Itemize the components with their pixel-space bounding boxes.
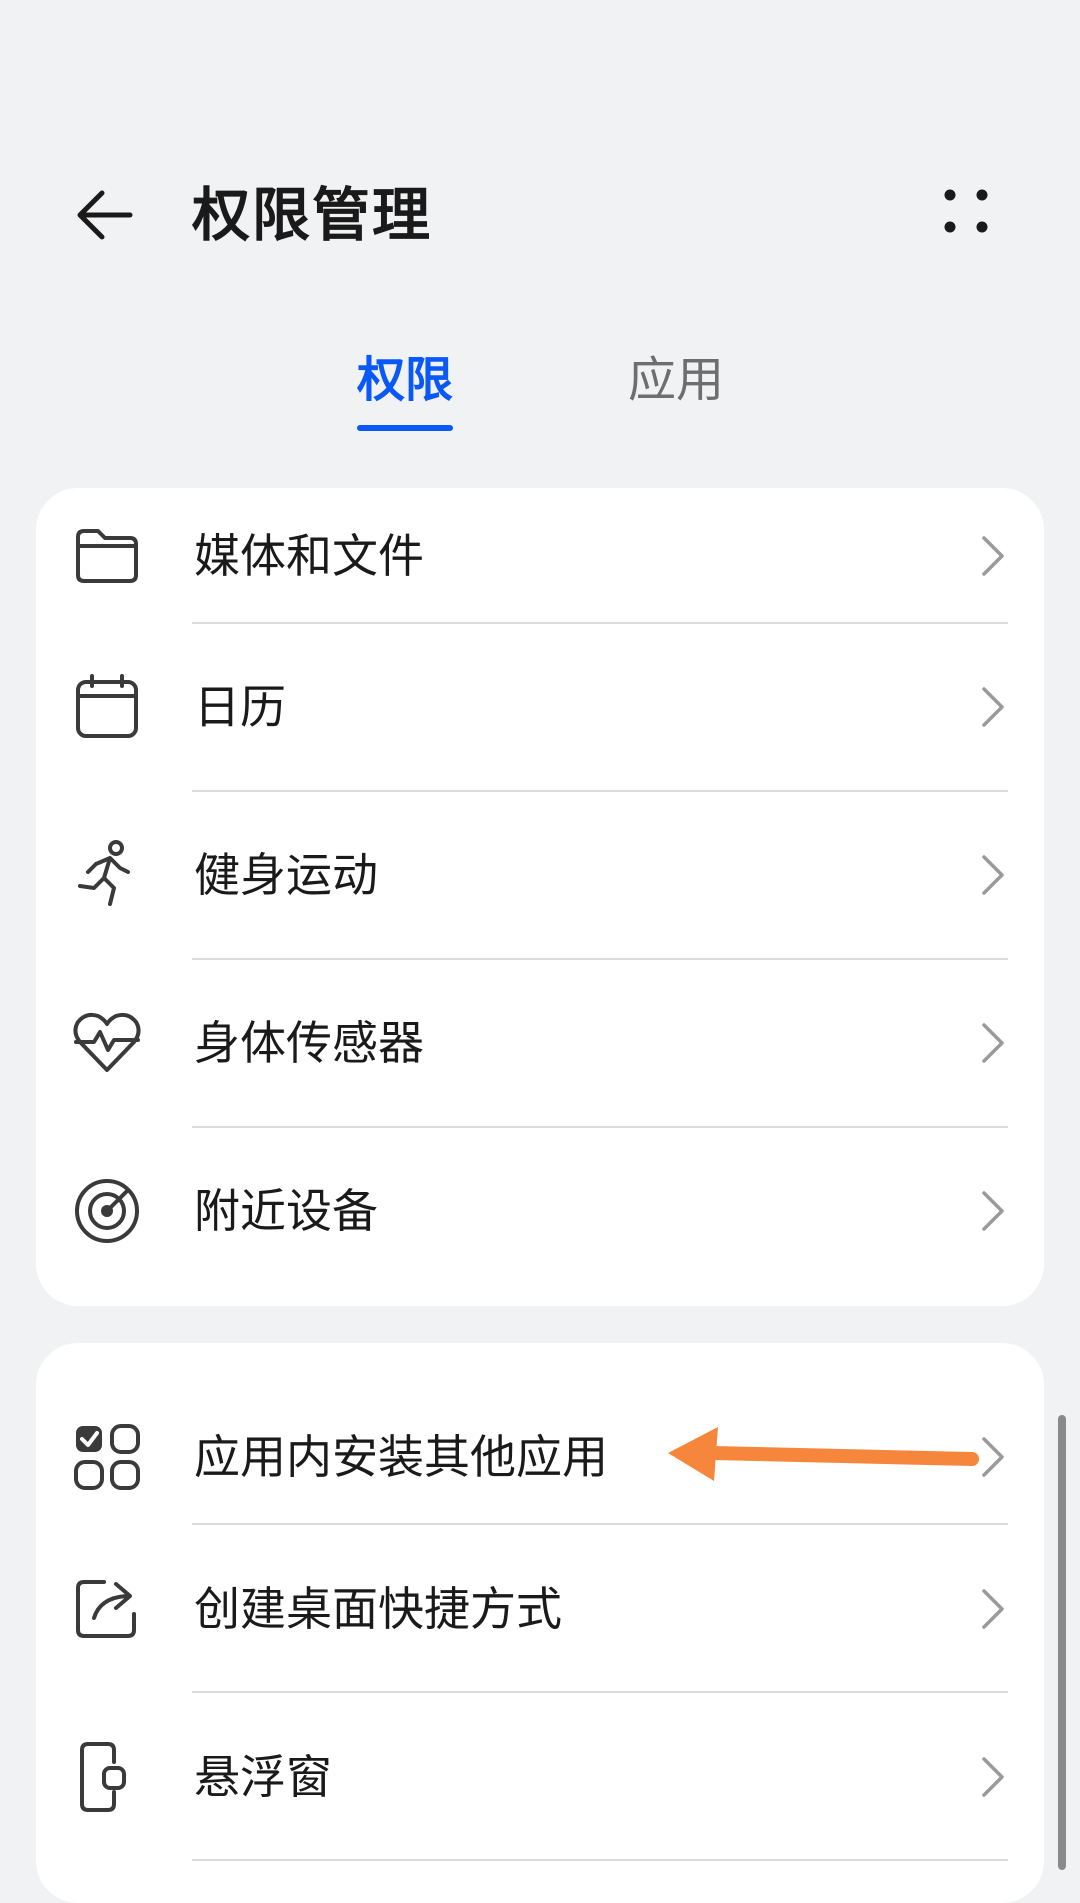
chevron-right-icon <box>982 1437 1004 1477</box>
share-forward-icon <box>70 1572 144 1646</box>
permission-item-label: 健身运动 <box>194 848 378 902</box>
permission-item-label: 悬浮窗 <box>194 1750 332 1804</box>
permission-item-label: 附近设备 <box>194 1184 378 1238</box>
calendar-icon <box>70 670 144 744</box>
more-options-button[interactable] <box>930 180 1000 250</box>
permission-item-calendar[interactable]: 日历 <box>36 623 1044 791</box>
permission-item-label: 日历 <box>194 680 286 734</box>
permission-item-body-sensors[interactable]: 身体传感器 <box>36 959 1044 1127</box>
permission-item-label: 应用内安装其他应用 <box>194 1430 608 1484</box>
more-dots-icon <box>944 189 988 233</box>
annotation-arrow-icon <box>668 1427 979 1481</box>
tab-permissions[interactable]: 权限 <box>357 345 453 415</box>
permission-item-create-shortcut[interactable]: 创建桌面快捷方式 <box>36 1525 1044 1693</box>
chevron-right-icon <box>982 687 1004 727</box>
chevron-right-icon <box>982 1191 1004 1231</box>
back-arrow-icon <box>77 190 133 240</box>
floating-window-icon <box>70 1740 144 1814</box>
folder-icon <box>70 519 144 593</box>
permission-item-label: 创建桌面快捷方式 <box>194 1582 562 1636</box>
chevron-right-icon <box>982 1589 1004 1629</box>
page-title: 权限管理 <box>192 181 433 249</box>
permission-item-label: 身体传感器 <box>194 1016 424 1070</box>
heart-pulse-icon <box>70 1006 144 1080</box>
app-header: 权限管理 <box>0 150 1080 280</box>
permission-item-label: 媒体和文件 <box>194 529 424 583</box>
apps-grid-check-icon <box>70 1420 144 1494</box>
divider <box>192 1859 1008 1861</box>
chevron-right-icon <box>982 1757 1004 1797</box>
chevron-right-icon <box>982 1023 1004 1063</box>
chevron-right-icon <box>982 536 1004 576</box>
permissions-card-1: 媒体和文件 日历 健身运动 身体传感器 附近设备 <box>36 488 1044 1306</box>
permission-item-media-files[interactable]: 媒体和文件 <box>36 488 1044 640</box>
radar-icon <box>70 1174 144 1248</box>
tab-bar: 权限 应用 <box>0 345 1080 435</box>
back-button[interactable] <box>70 180 150 250</box>
running-person-icon <box>70 838 144 912</box>
tab-apps[interactable]: 应用 <box>628 345 724 415</box>
permission-item-nearby-devices[interactable]: 附近设备 <box>36 1127 1044 1295</box>
active-tab-indicator <box>357 425 453 431</box>
permission-item-fitness[interactable]: 健身运动 <box>36 791 1044 959</box>
chevron-right-icon <box>982 855 1004 895</box>
permission-item-floating-window[interactable]: 悬浮窗 <box>36 1693 1044 1861</box>
scrollbar[interactable] <box>1058 1415 1066 1870</box>
